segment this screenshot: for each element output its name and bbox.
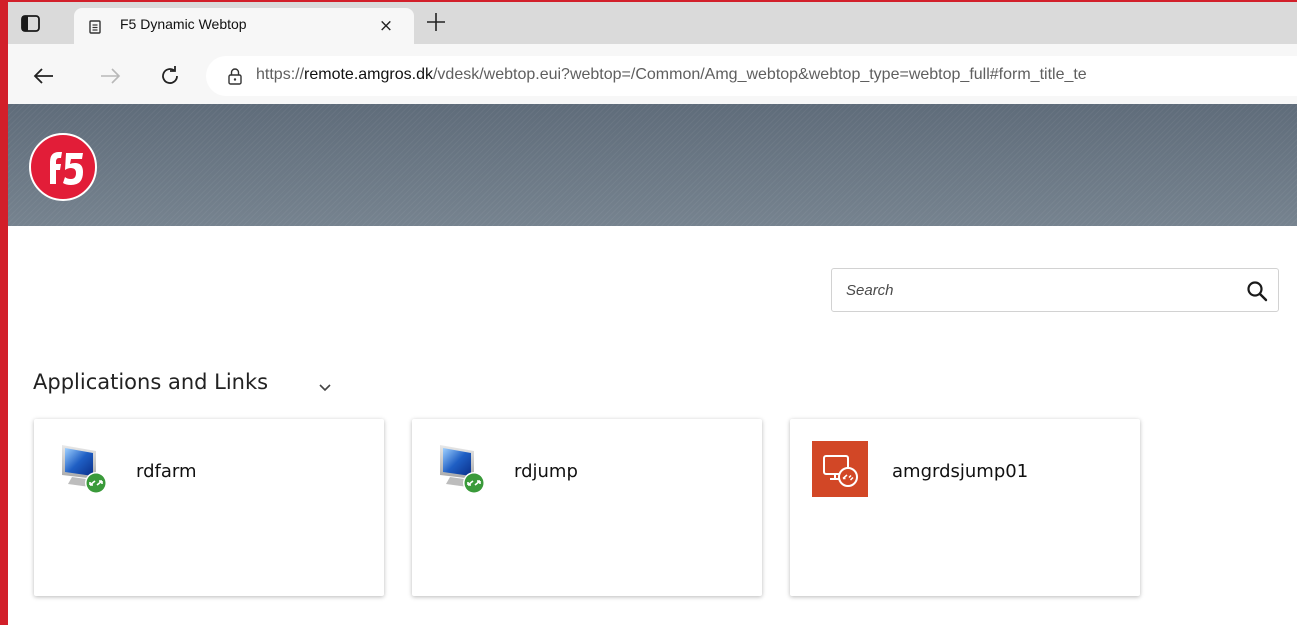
f5-logo-icon [28, 132, 98, 202]
lock-icon[interactable] [226, 67, 244, 85]
remote-desktop-monitor-icon [56, 441, 112, 497]
chevron-down-icon[interactable] [318, 379, 332, 392]
app-label: amgrdsjump01 [892, 461, 1029, 482]
header-banner [8, 104, 1297, 226]
url-path: /vdesk/webtop.eui?webtop=/Common/Amg_web… [432, 66, 1087, 83]
app-card-rdfarm[interactable]: rdfarm [34, 419, 384, 596]
section-title[interactable]: Applications and Links [33, 370, 268, 394]
refresh-icon[interactable] [158, 64, 182, 88]
url-host: remote.amgros.dk [304, 66, 433, 83]
new-tab-icon[interactable] [424, 10, 448, 34]
browser-tab-strip: F5 Dynamic Webtop × [8, 2, 1297, 44]
app-card-amgrdsjump01[interactable]: amgrdsjump01 [790, 419, 1140, 596]
remote-desktop-monitor-icon [434, 441, 490, 497]
search-icon[interactable] [1246, 280, 1268, 302]
remote-desktop-app-icon [812, 441, 868, 497]
window-edge [0, 0, 8, 625]
window-edge-top [0, 0, 1297, 2]
back-arrow-icon[interactable] [32, 64, 56, 88]
close-tab-icon[interactable]: × [376, 16, 396, 36]
browser-tab[interactable]: F5 Dynamic Webtop × [74, 8, 414, 44]
app-label: rdfarm [136, 461, 197, 482]
search-input[interactable] [832, 269, 1232, 311]
forward-arrow-icon[interactable] [98, 64, 122, 88]
tab-title: F5 Dynamic Webtop [120, 16, 247, 32]
url-text: https://remote.amgros.dk/vdesk/webtop.eu… [256, 66, 1087, 84]
search-box [831, 268, 1279, 312]
tab-actions-icon[interactable] [20, 14, 44, 34]
browser-toolbar: https://remote.amgros.dk/vdesk/webtop.eu… [8, 44, 1297, 104]
app-card-rdjump[interactable]: rdjump [412, 419, 762, 596]
page-icon [88, 19, 102, 34]
url-scheme: https:// [256, 66, 305, 83]
app-label: rdjump [514, 461, 578, 482]
address-bar[interactable]: https://remote.amgros.dk/vdesk/webtop.eu… [206, 56, 1297, 96]
